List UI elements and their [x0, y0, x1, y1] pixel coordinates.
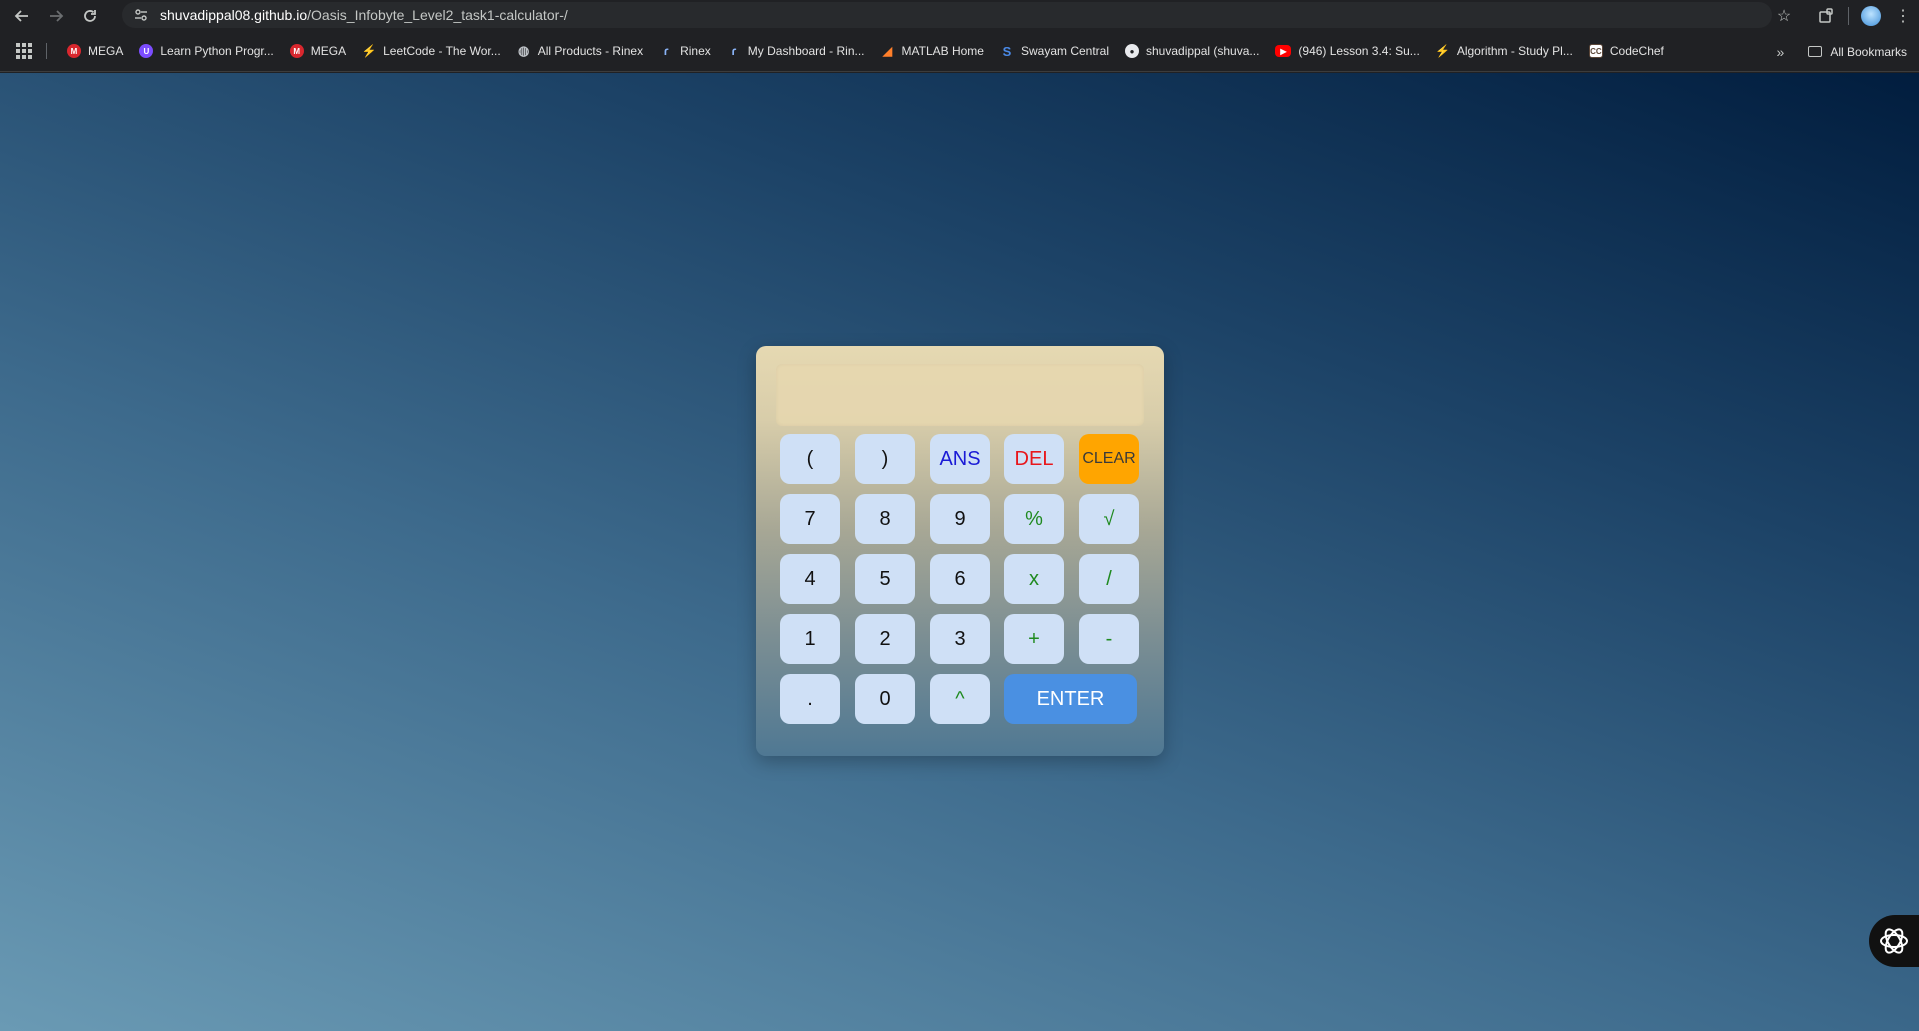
digit-9-button[interactable]: 9 — [930, 494, 990, 544]
bookmark-label: My Dashboard - Rin... — [747, 44, 865, 58]
percent-button[interactable]: % — [1004, 494, 1064, 544]
rinex-icon: ɾ — [731, 44, 737, 58]
calculator: ( ) ANS DEL CLEAR 7 8 9 % √ 4 5 6 x / 1 … — [756, 346, 1164, 756]
bookmark-label: Rinex — [680, 44, 711, 58]
back-icon[interactable] — [10, 4, 34, 28]
ans-button[interactable]: ANS — [930, 434, 990, 484]
bookmark-all-products-rinex[interactable]: ◍ All Products - Rinex — [511, 37, 649, 65]
bookmark-mega-2[interactable]: M MEGA — [284, 37, 352, 65]
bookmark-label: Learn Python Progr... — [160, 44, 274, 58]
delete-button[interactable]: DEL — [1004, 434, 1064, 484]
digit-2-button[interactable]: 2 — [855, 614, 915, 664]
reload-icon[interactable] — [78, 4, 102, 28]
digit-1-button[interactable]: 1 — [780, 614, 840, 664]
all-bookmarks-button[interactable]: All Bookmarks — [1808, 45, 1907, 59]
extensions-icon[interactable] — [1810, 0, 1842, 31]
decimal-point-button[interactable]: . — [780, 674, 840, 724]
digit-7-button[interactable]: 7 — [780, 494, 840, 544]
address-bar[interactable]: shuvadippal08.github.io/Oasis_Infobyte_L… — [122, 2, 1772, 28]
bookmark-label: shuvadippal (shuva... — [1146, 44, 1260, 58]
globe-icon: ◍ — [518, 43, 530, 58]
clear-button[interactable]: CLEAR — [1079, 434, 1139, 484]
bookmarks-bar: M MEGA U Learn Python Progr... M MEGA ⚡ Leet… — [0, 31, 1919, 72]
menu-icon[interactable]: ⋮ — [1887, 0, 1919, 31]
digit-5-button[interactable]: 5 — [855, 554, 915, 604]
open-paren-button[interactable]: ( — [780, 434, 840, 484]
matlab-icon: ◢ — [882, 44, 893, 58]
digit-0-button[interactable]: 0 — [855, 674, 915, 724]
bookmark-my-dashboard[interactable]: ɾ My Dashboard - Rin... — [721, 37, 871, 65]
divide-button[interactable]: / — [1079, 554, 1139, 604]
rinex-icon: ɾ — [663, 44, 669, 58]
apps-grid-icon[interactable] — [16, 43, 32, 59]
bookmark-label: LeetCode - The Wor... — [383, 44, 501, 58]
bookmark-matlab[interactable]: ◢ MATLAB Home — [875, 37, 990, 65]
all-bookmarks-label: All Bookmarks — [1830, 44, 1907, 59]
url-text: shuvadippal08.github.io/Oasis_Infobyte_L… — [160, 7, 568, 23]
profile-avatar[interactable] — [1861, 5, 1881, 26]
bookmark-github[interactable]: ● shuvadippal (shuva... — [1119, 37, 1265, 65]
bookmarks-divider — [46, 43, 47, 59]
close-paren-button[interactable]: ) — [855, 434, 915, 484]
swayam-icon: S — [1002, 43, 1012, 59]
bookmark-mega[interactable]: M MEGA — [61, 37, 129, 65]
codechef-icon: CC — [1588, 44, 1603, 58]
digit-8-button[interactable]: 8 — [855, 494, 915, 544]
bookmark-label: Swayam Central — [1020, 44, 1109, 58]
github-icon: ● — [1125, 44, 1139, 58]
python-course-icon: U — [139, 44, 154, 58]
more-bookmarks-chevron-icon[interactable]: » — [1777, 44, 1785, 60]
bookmark-star-icon[interactable]: ☆ — [1768, 0, 1800, 31]
multiply-button[interactable]: x — [1004, 554, 1064, 604]
bookmark-codechef[interactable]: CC CodeChef — [1583, 37, 1670, 65]
bookmark-label: MEGA — [88, 44, 124, 58]
digit-6-button[interactable]: 6 — [930, 554, 990, 604]
bookmark-rinex[interactable]: ɾ Rinex — [653, 37, 717, 65]
folder-icon — [1808, 46, 1823, 57]
toolbar-divider — [1848, 6, 1849, 25]
bookmark-label: (946) Lesson 3.4: Su... — [1298, 44, 1420, 58]
calculator-display[interactable] — [776, 364, 1144, 426]
digit-4-button[interactable]: 4 — [780, 554, 840, 604]
mega-icon: M — [67, 44, 81, 58]
bookmark-youtube-lesson[interactable]: ▶ (946) Lesson 3.4: Su... — [1269, 37, 1425, 65]
leetcode-icon: ⚡ — [1435, 44, 1451, 58]
bookmark-swayam[interactable]: S Swayam Central — [994, 37, 1115, 65]
browser-toolbar: shuvadippal08.github.io/Oasis_Infobyte_L… — [0, 0, 1919, 31]
plus-button[interactable]: + — [1004, 614, 1064, 664]
leetcode-icon: ⚡ — [361, 44, 377, 58]
bookmark-label: CodeChef — [1609, 44, 1664, 58]
assistant-floating-icon[interactable] — [1869, 915, 1919, 967]
bookmark-label: Algorithm - Study Pl... — [1456, 44, 1573, 58]
bookmark-label: MEGA — [310, 44, 347, 58]
digit-3-button[interactable]: 3 — [930, 614, 990, 664]
forward-icon[interactable] — [44, 4, 68, 28]
mega-icon: M — [289, 44, 304, 58]
bookmark-label: MATLAB Home — [901, 44, 984, 58]
bookmark-leetcode[interactable]: ⚡ LeetCode - The Wor... — [356, 37, 507, 65]
power-button[interactable]: ^ — [930, 674, 990, 724]
page-background: ( ) ANS DEL CLEAR 7 8 9 % √ 4 5 6 x / 1 … — [0, 73, 1919, 1031]
bookmark-learn-python[interactable]: U Learn Python Progr... — [133, 37, 279, 65]
sqrt-button[interactable]: √ — [1079, 494, 1139, 544]
site-info-icon[interactable] — [132, 6, 150, 24]
youtube-icon: ▶ — [1275, 45, 1292, 57]
enter-button[interactable]: ENTER — [1004, 674, 1137, 724]
minus-button[interactable]: - — [1079, 614, 1139, 664]
bookmark-algorithm-study[interactable]: ⚡ Algorithm - Study Pl... — [1430, 37, 1579, 65]
bookmark-label: All Products - Rinex — [537, 44, 644, 58]
